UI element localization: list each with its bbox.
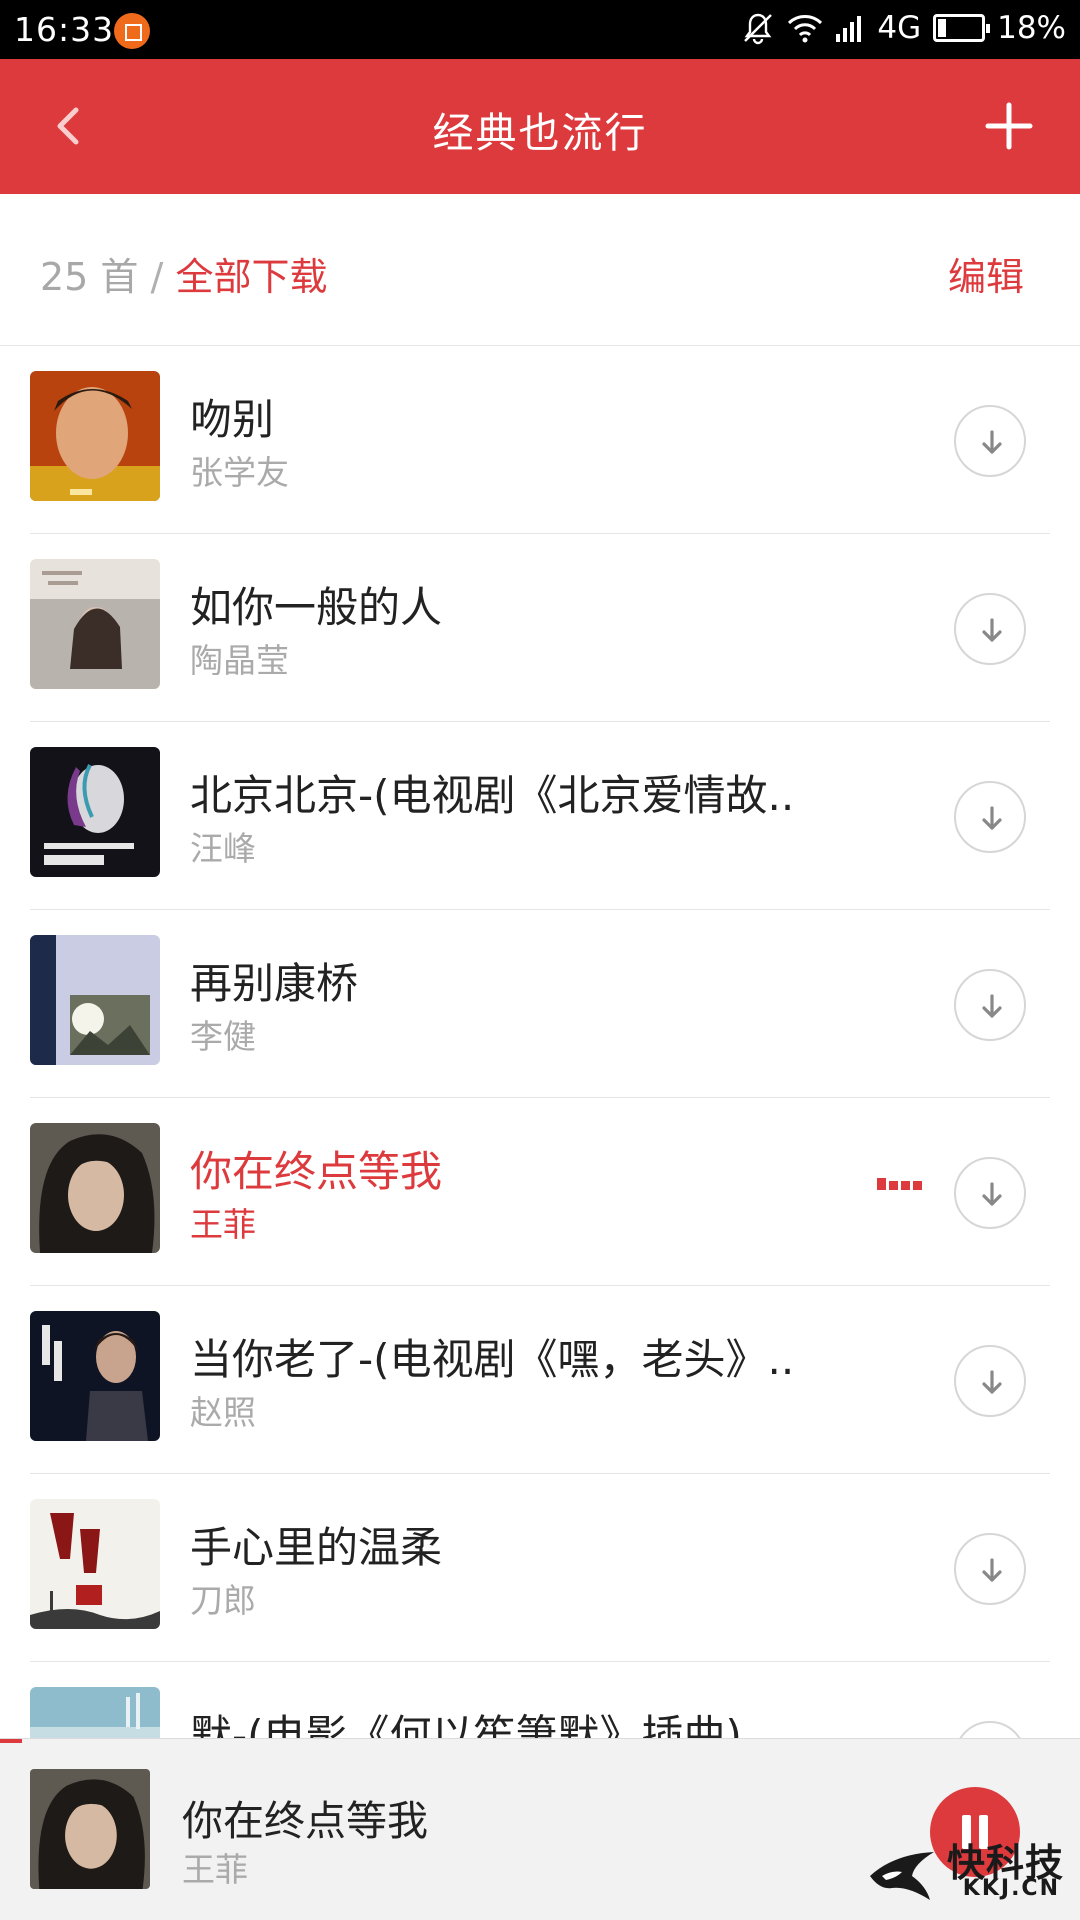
song-row[interactable]: 当你老了-(电视剧《嘿，老头》.. 赵照	[0, 1286, 1080, 1474]
album-cover	[30, 1687, 160, 1738]
now-playing-cover	[30, 1769, 150, 1889]
album-cover	[30, 1123, 160, 1253]
song-title: 再别康桥	[190, 959, 359, 1008]
song-artist: 张学友	[190, 453, 289, 492]
song-artist: 刀郎	[190, 1581, 256, 1620]
download-arrow-icon	[982, 1182, 1002, 1206]
download-button[interactable]	[954, 1345, 1026, 1417]
bell-muted-icon	[741, 11, 775, 45]
playback-progress-bar	[0, 1739, 22, 1743]
playlist-summary: 25 首 / 全部下载 编辑	[0, 194, 1080, 346]
download-button[interactable]	[954, 593, 1026, 665]
download-arrow-icon	[982, 1370, 1002, 1394]
song-count-line: 25 首 / 全部下载	[40, 246, 327, 301]
status-bar: 16:33 4G 18%	[0, 0, 1080, 59]
title-bar: 经典也流行	[0, 59, 1080, 194]
network-type: 4G	[877, 10, 922, 46]
song-title: 当你老了-(电视剧《嘿，老头》..	[190, 1335, 795, 1384]
edit-button[interactable]: 编辑	[948, 246, 1024, 301]
battery-level-fill	[938, 19, 947, 37]
album-cover	[30, 935, 160, 1065]
song-title: 吻别	[190, 395, 275, 444]
download-button[interactable]	[954, 1721, 1026, 1738]
download-button[interactable]	[954, 781, 1026, 853]
song-title: 北京北京-(电视剧《北京爱情故..	[190, 771, 795, 820]
status-icons: 4G 18%	[741, 10, 1066, 46]
song-title: 手心里的温柔	[190, 1523, 443, 1572]
download-arrow-icon	[982, 430, 1002, 454]
plus-icon[interactable]	[978, 95, 1040, 157]
song-title: 你在终点等我	[190, 1147, 443, 1196]
app-notification-icon	[114, 13, 150, 49]
song-row-now-playing[interactable]: 你在终点等我 王菲	[0, 1098, 1080, 1286]
album-cover	[30, 371, 160, 501]
now-playing-artist: 王菲	[182, 1850, 248, 1889]
download-arrow-icon	[982, 1558, 1002, 1582]
song-row[interactable]: 吻别 张学友	[0, 346, 1080, 534]
song-count: 25 首	[40, 255, 139, 299]
download-arrow-icon	[982, 806, 1002, 830]
song-artist: 汪峰	[190, 829, 256, 868]
status-time: 16:33	[14, 10, 115, 49]
bird-logo-icon	[870, 1852, 934, 1900]
wifi-icon	[787, 13, 823, 43]
song-row[interactable]: 手心里的温柔 刀郎	[0, 1474, 1080, 1662]
song-artist: 李健	[190, 1017, 256, 1056]
album-cover	[30, 1311, 160, 1441]
battery-percent: 18%	[997, 10, 1066, 46]
song-title: 默-(电影《何以笙箫默》插曲)	[190, 1711, 742, 1738]
download-all-button[interactable]: 全部下载	[175, 255, 327, 299]
watermark-domain: KKJ.CN	[962, 1876, 1060, 1901]
watermark-logo: 快科技 KKJ.CN	[868, 1832, 1068, 1912]
mini-player[interactable]: 你在终点等我 王菲 快科技 KKJ.CN	[0, 1738, 1080, 1920]
download-button[interactable]	[954, 405, 1026, 477]
download-button[interactable]	[954, 969, 1026, 1041]
album-cover	[30, 559, 160, 689]
signal-icon	[835, 14, 865, 42]
song-artist: 王菲	[190, 1205, 256, 1244]
summary-separator: /	[150, 255, 164, 299]
song-artist: 赵照	[190, 1393, 256, 1432]
now-playing-indicator-icon	[877, 1178, 922, 1190]
album-cover	[30, 747, 160, 877]
song-row[interactable]: 如你一般的人 陶晶莹	[0, 534, 1080, 722]
download-button[interactable]	[954, 1157, 1026, 1229]
song-row[interactable]: 再别康桥 李健	[0, 910, 1080, 1098]
song-row[interactable]: 北京北京-(电视剧《北京爱情故.. 汪峰	[0, 722, 1080, 910]
page-title: 经典也流行	[432, 109, 648, 157]
now-playing-title: 你在终点等我	[182, 1797, 428, 1845]
battery-icon	[933, 14, 991, 42]
album-cover	[30, 1499, 160, 1629]
song-row[interactable]: 默-(电影《何以笙箫默》插曲)	[0, 1662, 1080, 1738]
download-arrow-icon	[982, 618, 1002, 642]
song-title: 如你一般的人	[190, 583, 443, 632]
download-button[interactable]	[954, 1533, 1026, 1605]
download-arrow-icon	[982, 994, 1002, 1018]
song-artist: 陶晶莹	[190, 641, 289, 680]
song-list[interactable]: 吻别 张学友 如你一般的人 陶晶莹 北京北京-(电视剧《北京爱情故.. 汪峰 再…	[0, 346, 1080, 1738]
